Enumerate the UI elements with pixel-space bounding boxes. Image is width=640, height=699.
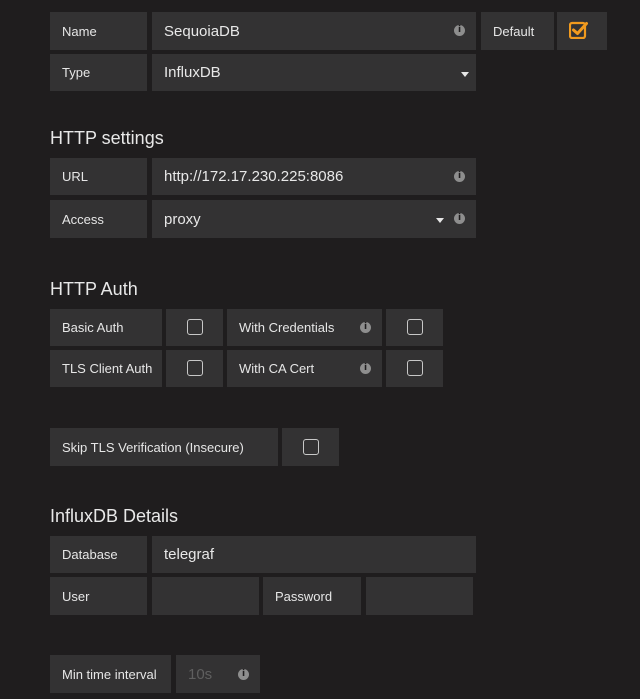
user-label: User (50, 577, 147, 615)
type-select[interactable]: InfluxDB (152, 54, 476, 91)
default-label: Default (481, 12, 554, 50)
password-label: Password (263, 577, 361, 615)
database-input[interactable]: telegraf (152, 536, 476, 573)
info-icon: i (454, 213, 465, 224)
user-input[interactable] (152, 577, 259, 615)
password-input[interactable] (366, 577, 473, 615)
min-time-interval-placeholder: 10s (188, 665, 213, 683)
name-value: SequoiaDB (164, 22, 240, 40)
skip-tls-checkbox-wrap[interactable] (282, 428, 339, 466)
min-time-interval-input[interactable]: 10s i (176, 655, 260, 693)
info-icon: i (238, 669, 249, 680)
info-icon: i (454, 25, 465, 36)
url-input[interactable]: http://172.17.230.225:8086 i (152, 158, 476, 195)
with-credentials-checkbox-wrap[interactable] (386, 309, 443, 346)
http-auth-heading: HTTP Auth (50, 279, 138, 299)
http-settings-heading: HTTP settings (50, 128, 164, 148)
with-ca-cert-checkbox-wrap[interactable] (386, 350, 443, 387)
database-label: Database (50, 536, 147, 573)
name-input[interactable]: SequoiaDB i (152, 12, 476, 50)
with-ca-cert-text: With CA Cert (239, 361, 315, 376)
tls-client-auth-checkbox-wrap[interactable] (166, 350, 223, 387)
basic-auth-checkbox[interactable] (187, 319, 203, 335)
checkbox-checked-icon[interactable] (569, 21, 589, 39)
access-value: proxy (164, 210, 201, 228)
name-label: Name (50, 12, 147, 50)
default-checkbox-wrap[interactable] (557, 12, 607, 50)
influxdb-details-heading: InfluxDB Details (50, 506, 179, 526)
url-label: URL (50, 158, 147, 195)
basic-auth-label: Basic Auth (50, 309, 162, 346)
access-select[interactable]: proxy i (152, 200, 476, 238)
skip-tls-label: Skip TLS Verification (Insecure) (50, 428, 278, 466)
url-value: http://172.17.230.225:8086 (164, 168, 344, 185)
type-label: Type (50, 54, 147, 91)
info-icon: i (360, 322, 371, 333)
type-value: InfluxDB (164, 64, 221, 81)
info-icon: i (454, 171, 465, 182)
min-time-interval-label: Min time interval (50, 655, 171, 693)
database-value: telegraf (164, 546, 215, 563)
with-ca-cert-label: With CA Cert i (227, 350, 382, 387)
chevron-down-icon (436, 218, 444, 223)
with-credentials-label: With Credentials i (227, 309, 382, 346)
tls-client-auth-checkbox[interactable] (187, 360, 203, 376)
with-ca-cert-checkbox[interactable] (407, 360, 423, 376)
skip-tls-checkbox[interactable] (303, 439, 319, 455)
chevron-down-icon (461, 72, 469, 77)
with-credentials-checkbox[interactable] (407, 319, 423, 335)
basic-auth-checkbox-wrap[interactable] (166, 309, 223, 346)
tls-client-auth-label: TLS Client Auth (50, 350, 162, 387)
with-credentials-text: With Credentials (239, 320, 335, 335)
info-icon: i (360, 363, 371, 374)
access-label: Access (50, 200, 147, 238)
